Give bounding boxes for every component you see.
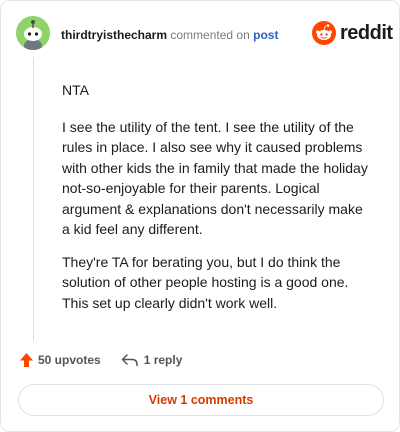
comment-paragraph: They're TA for berating you, but I do th… bbox=[62, 253, 349, 311]
comment-card: thirdtryisthecharm commented on post red… bbox=[0, 0, 400, 432]
commented-on-label: commented on bbox=[170, 28, 250, 42]
upvote-arrow-icon bbox=[20, 353, 33, 367]
upvote-count: 50 upvotes bbox=[38, 353, 101, 367]
thread-line bbox=[33, 57, 34, 341]
upvote-button[interactable]: 50 upvotes bbox=[19, 352, 101, 368]
reply-arrow-icon bbox=[121, 354, 138, 367]
reply-count: 1 reply bbox=[143, 353, 183, 367]
view-comments-button[interactable]: View 1 comments bbox=[18, 384, 384, 416]
username-link[interactable]: thirdtryisthecharm bbox=[61, 28, 167, 42]
comment-paragraph: I see the utility of the tent. I see the… bbox=[62, 118, 368, 238]
comment-paragraph: NTA bbox=[62, 82, 89, 98]
reddit-snoo-icon bbox=[312, 21, 336, 45]
reddit-logo[interactable]: reddit bbox=[312, 21, 393, 45]
reply-button[interactable]: 1 reply bbox=[121, 353, 183, 367]
snoo-avatar-icon bbox=[16, 16, 50, 50]
comment-header: thirdtryisthecharm commented on post bbox=[61, 28, 278, 42]
user-avatar[interactable] bbox=[16, 16, 50, 50]
action-bar: 50 upvotes 1 reply bbox=[19, 351, 182, 369]
comment-body: NTA I see the utility of the tent. I see… bbox=[62, 80, 374, 325]
reddit-wordmark: reddit bbox=[340, 21, 393, 44]
post-link[interactable]: post bbox=[253, 28, 278, 42]
